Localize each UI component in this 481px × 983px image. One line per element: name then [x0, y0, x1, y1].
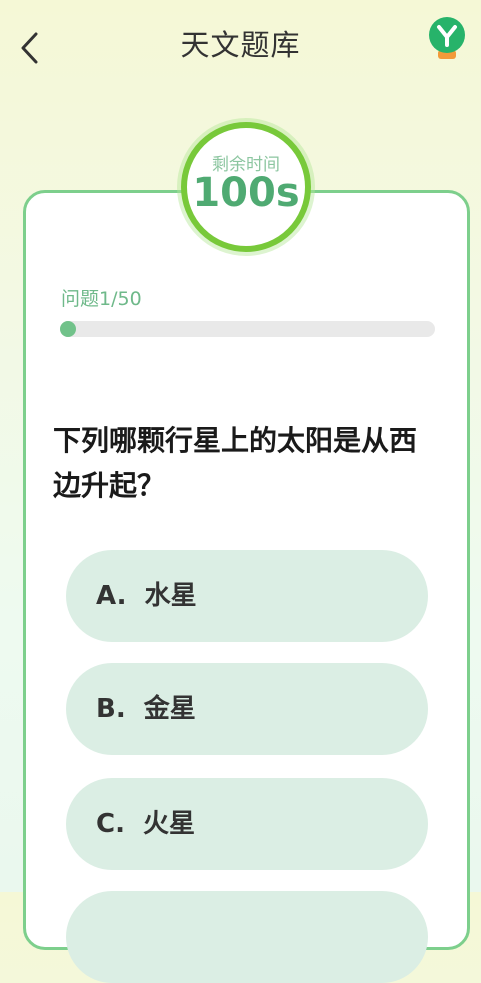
question-counter: 问题1/50: [61, 288, 142, 310]
avatar[interactable]: [424, 14, 470, 62]
green-y-logo-icon: [429, 17, 465, 59]
option-d-button[interactable]: [66, 891, 428, 983]
option-label: C. 火星: [96, 809, 196, 839]
option-c-button[interactable]: C. 火星: [66, 778, 428, 870]
header-bar: 天文题库: [0, 0, 481, 90]
page-title: 天文题库: [180, 28, 301, 62]
timer-value: 100s: [192, 170, 300, 216]
option-a-button[interactable]: A. 水星: [66, 550, 428, 642]
option-label: B. 金星: [96, 694, 196, 724]
progress-bar: [60, 321, 435, 337]
option-b-button[interactable]: B. 金星: [66, 663, 428, 755]
progress-fill: [60, 321, 76, 337]
option-label: A. 水星: [96, 581, 197, 611]
question-text: 下列哪颗行星上的太阳是从西边升起？: [53, 424, 418, 502]
countdown-timer: 剩余时间 100s: [181, 122, 311, 252]
